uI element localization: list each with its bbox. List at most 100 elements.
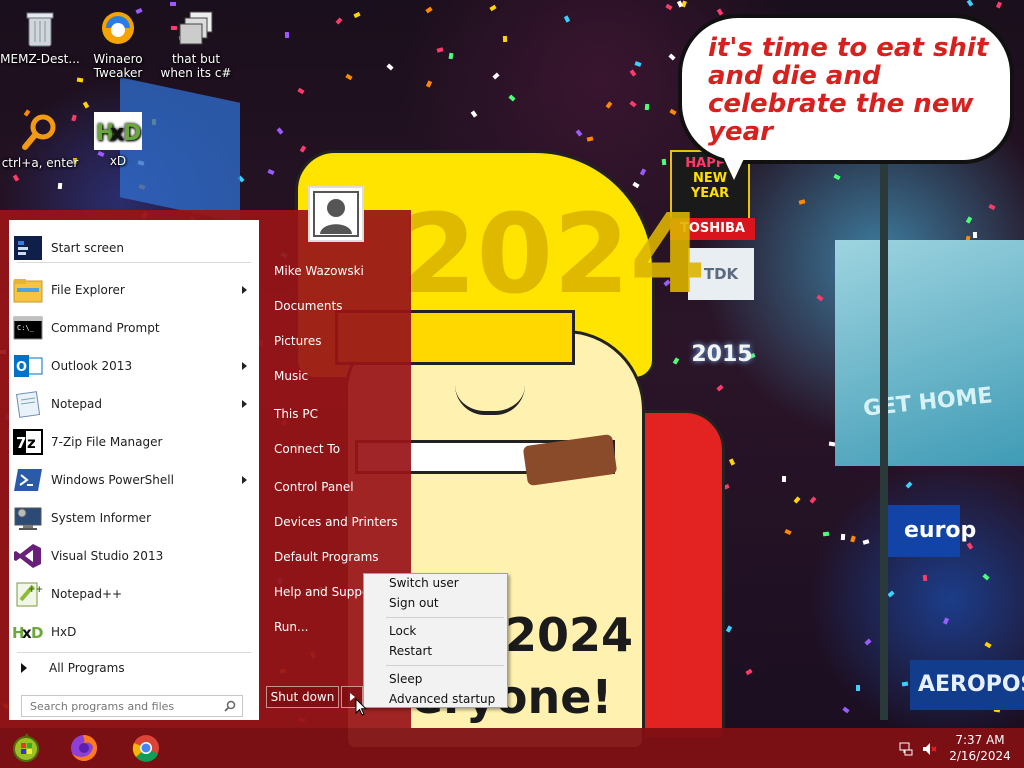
desktop-icon-winaero[interactable]: Winaero Tweaker [78,8,158,80]
confetti-speck [12,174,20,182]
desktop-icon-ctrl-a-enter[interactable]: ctrl+a, enter [0,112,80,170]
desktop-icon-memz[interactable]: MEMZ-Dest... [0,8,80,66]
confetti-speck [716,384,724,392]
confetti-speck [716,8,724,16]
place-default-programs[interactable]: Default Programs [274,550,379,564]
program-label: Outlook 2013 [51,359,133,373]
program-windows-powershell[interactable]: Windows PowerShell [9,462,259,498]
place-music[interactable]: Music [274,369,308,383]
place-documents[interactable]: Documents [274,299,342,313]
menu-item-lock[interactable]: Lock [389,624,416,638]
start-search-box[interactable] [21,695,243,717]
place-control-panel[interactable]: Control Panel [274,480,354,494]
submenu-arrow-icon [242,476,247,484]
confetti-speck [508,94,516,102]
program-command-prompt[interactable]: C:\_ Command Prompt [9,310,259,346]
confetti-speck [965,216,973,224]
program-start-screen[interactable]: Start screen [9,230,259,266]
place-connect-to[interactable]: Connect To [274,442,340,456]
shutdown-button[interactable]: Shut down [266,686,339,708]
confetti-speck [672,357,680,365]
confetti-speck [745,668,753,676]
start-button[interactable] [6,730,46,766]
program-7zip[interactable]: 7z 7-Zip File Manager [9,424,259,460]
wallpaper-2024-top: 2024 [400,190,707,318]
confetti-speck [995,1,1003,9]
confetti-speck [856,685,860,691]
confetti-speck [335,17,343,25]
svg-text:7: 7 [16,434,26,452]
svg-text:z: z [27,434,36,452]
place-run[interactable]: Run... [274,620,308,634]
confetti-speck [345,73,353,81]
confetti-speck [887,590,895,598]
program-label: Notepad++ [51,587,123,601]
taskbar-chrome[interactable] [126,730,166,766]
powershell-icon [12,464,44,496]
search-icon[interactable] [224,700,236,712]
start-search-input[interactable] [22,696,212,716]
winaero-icon [98,8,138,48]
desktop-icon-xd[interactable]: HxD xD [78,112,158,168]
outlook-icon: O [12,350,44,382]
clock-time: 7:37 AM [955,733,1005,747]
place-devices-and-printers[interactable]: Devices and Printers [274,515,398,529]
confetti-speck [386,63,394,71]
desktop-icon-that-but-when[interactable]: that but when its c# [156,8,236,80]
speech-bubble-text: it's time to eat shit and die and celebr… [708,33,989,147]
sign-europ: europ [904,518,977,543]
system-clock[interactable]: 7:37 AM 2/16/2024 [946,732,1014,764]
menu-item-advanced-startup[interactable]: Advanced startup [389,692,495,706]
place-pictures[interactable]: Pictures [274,334,322,348]
submenu-arrow-icon [242,286,247,294]
place-user-name[interactable]: Mike Wazowski [274,264,364,278]
cmd-icon: C:\_ [12,312,44,344]
program-outlook-2013[interactable]: O Outlook 2013 [9,348,259,384]
program-visual-studio-2013[interactable]: Visual Studio 2013 [9,538,259,574]
billboard-europ: europ [880,505,976,557]
program-file-explorer[interactable]: File Explorer [9,272,259,308]
firefox-icon [71,735,97,761]
menu-item-sign-out[interactable]: Sign out [389,596,439,610]
svg-text:D: D [123,121,141,146]
network-icon[interactable] [898,741,914,757]
start-menu: Start screen File Explorer C:\_ Command … [0,186,411,728]
confetti-speck [984,641,992,649]
hxd-icon: HxD [94,112,142,150]
program-label: Command Prompt [51,321,160,335]
confetti-speck [972,231,978,239]
menu-item-switch-user[interactable]: Switch user [389,576,459,590]
user-avatar[interactable] [308,186,364,242]
confetti-speck [276,127,284,135]
taskbar-firefox[interactable] [64,730,104,766]
program-notepad-plus-plus[interactable]: ++ Notepad++ [9,576,259,612]
volume-muted-icon[interactable] [921,741,937,757]
programs-divider [17,652,251,653]
confetti-speck [901,681,909,687]
confetti-speck [850,535,856,543]
program-hxd[interactable]: HxD HxD [9,614,259,650]
svg-text:C:\_: C:\_ [17,324,35,332]
confetti-speck [629,69,637,77]
confetti-speck [267,168,275,176]
program-label: Start screen [51,241,125,255]
confetti-speck [665,3,673,11]
desktop-icon-label: xD [109,154,127,168]
start-orb-icon [13,733,39,762]
confetti-speck [669,108,677,116]
program-label: System Informer [51,511,152,525]
confetti-speck [425,80,433,88]
program-system-informer[interactable]: System Informer [9,500,259,536]
desktop-icon-label: Winaero Tweaker [93,52,143,80]
confetti-speck [284,31,290,39]
menu-divider [386,617,504,618]
place-this-pc[interactable]: This PC [274,407,318,421]
program-notepad[interactable]: Notepad [9,386,259,422]
all-programs-button[interactable]: All Programs [9,654,259,682]
menu-item-sleep[interactable]: Sleep [389,672,422,686]
all-programs-label: All Programs [49,661,125,675]
menu-item-restart[interactable]: Restart [389,644,432,658]
speech-bubble-tail [720,150,748,180]
programs-divider [17,262,251,263]
system-informer-icon [12,502,44,534]
